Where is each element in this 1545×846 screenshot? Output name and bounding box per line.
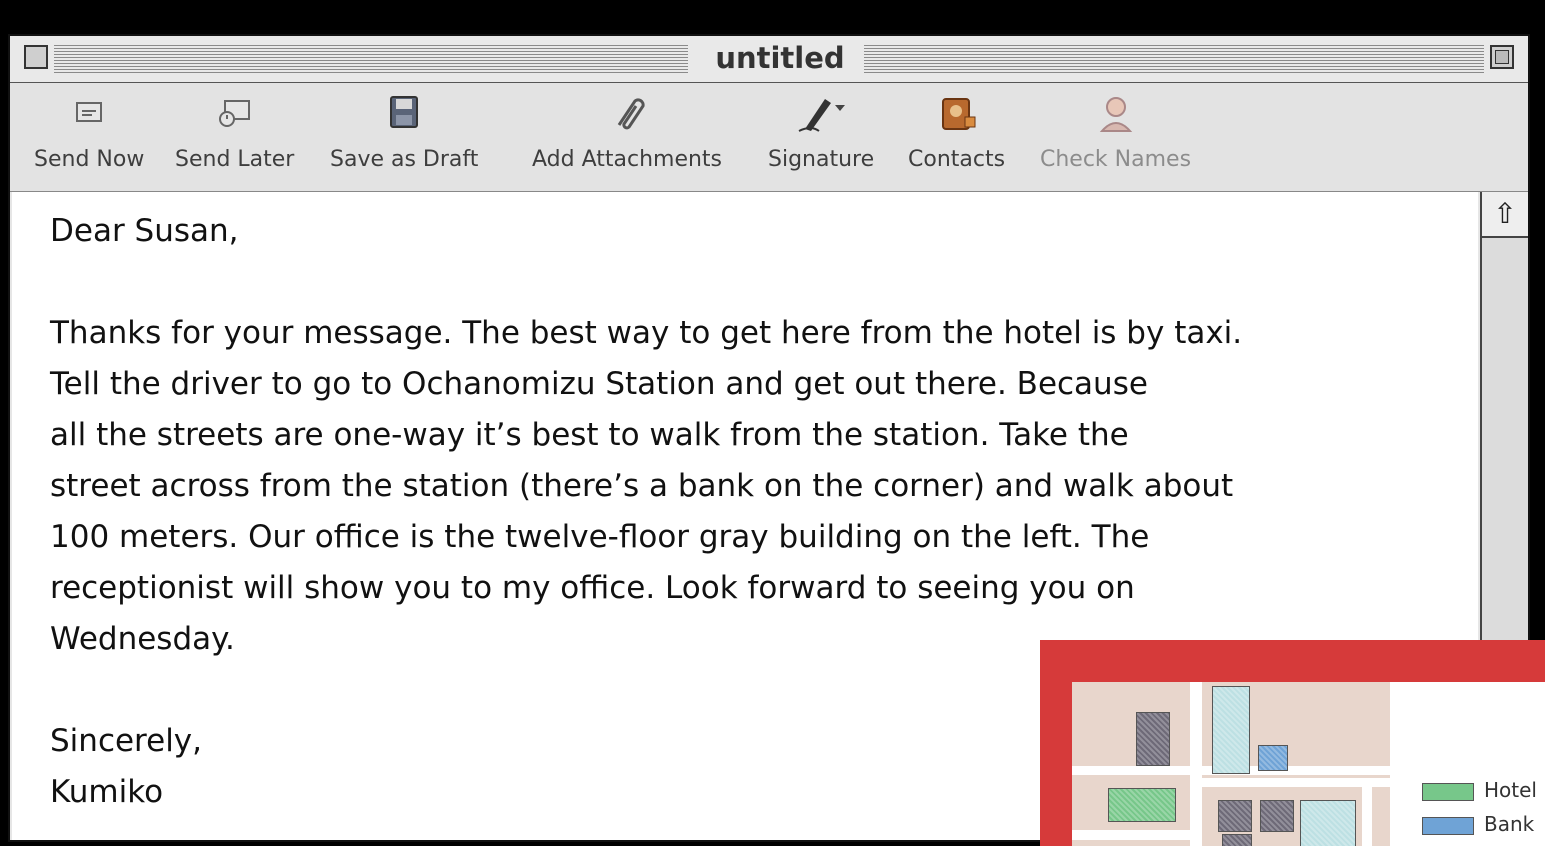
body-line: receptionist will show you to my office.… (50, 570, 1135, 606)
gray-building (1136, 712, 1170, 766)
send-now-icon (76, 102, 103, 122)
save-as-draft-button[interactable]: Save as Draft (330, 91, 478, 172)
floppy-disk-icon (390, 96, 419, 128)
street (1072, 830, 1190, 840)
body-line: street across from the station (there’s … (50, 468, 1234, 504)
legend-hotel: Hotel (1422, 778, 1537, 802)
toolbar: Send Now Send Later Save as Draft Add At… (10, 83, 1528, 192)
zoom-box[interactable] (1490, 45, 1514, 69)
map-inner: Hotel Bank (1072, 682, 1545, 846)
save-as-draft-label: Save as Draft (330, 147, 479, 172)
send-later-button[interactable]: Send Later (175, 91, 294, 172)
contacts-button[interactable]: Contacts (908, 91, 1005, 172)
title-bar[interactable]: untitled (10, 36, 1528, 83)
gray-building (1260, 800, 1294, 832)
bank-swatch (1422, 816, 1474, 835)
send-now-label: Send Now (34, 147, 145, 172)
contacts-icon (941, 98, 976, 130)
send-now-button[interactable]: Send Now (34, 91, 144, 172)
greeting: Dear Susan, (50, 213, 239, 249)
add-attachments-button[interactable]: Add Attachments (532, 91, 722, 172)
building (1212, 686, 1250, 774)
contacts-label: Contacts (908, 147, 1006, 172)
paperclip-icon (617, 98, 645, 130)
title-stripes-left (54, 45, 688, 73)
bank-building (1258, 745, 1288, 771)
signature-button[interactable]: Signature (768, 91, 874, 172)
body-line: 100 meters. Our office is the twelve-flo… (50, 519, 1150, 555)
check-names-icon (1099, 97, 1132, 132)
title-stripes-right (864, 45, 1484, 73)
add-attachments-label: Add Attachments (532, 147, 723, 172)
street (1190, 682, 1202, 846)
street-map (1072, 682, 1390, 846)
body-line: Tell the driver to go to Ochanomizu Stat… (50, 366, 1148, 402)
pen-icon (798, 99, 846, 132)
body-line: Thanks for your message. The best way to… (50, 315, 1243, 351)
hotel-building (1108, 788, 1176, 822)
check-names-button[interactable]: Check Names (1040, 91, 1191, 172)
send-later-label: Send Later (175, 147, 295, 172)
body-line: all the streets are one-way it’s best to… (50, 417, 1129, 453)
building (1300, 800, 1356, 846)
street (1362, 778, 1372, 846)
map-figure: Hotel Bank (1040, 640, 1545, 846)
legend-bank-label: Bank (1484, 812, 1535, 836)
scroll-up-arrow-icon[interactable]: ⇧ (1482, 192, 1528, 238)
signature-label: Signature (768, 147, 875, 172)
gray-building (1222, 834, 1252, 846)
hotel-swatch (1422, 782, 1474, 801)
gray-building (1218, 800, 1252, 832)
close-box[interactable] (24, 45, 48, 69)
window-title: untitled (700, 41, 860, 75)
check-names-label: Check Names (1040, 147, 1192, 172)
legend-bank: Bank (1422, 812, 1534, 836)
legend-hotel-label: Hotel (1484, 778, 1537, 802)
send-later-icon (218, 100, 250, 127)
